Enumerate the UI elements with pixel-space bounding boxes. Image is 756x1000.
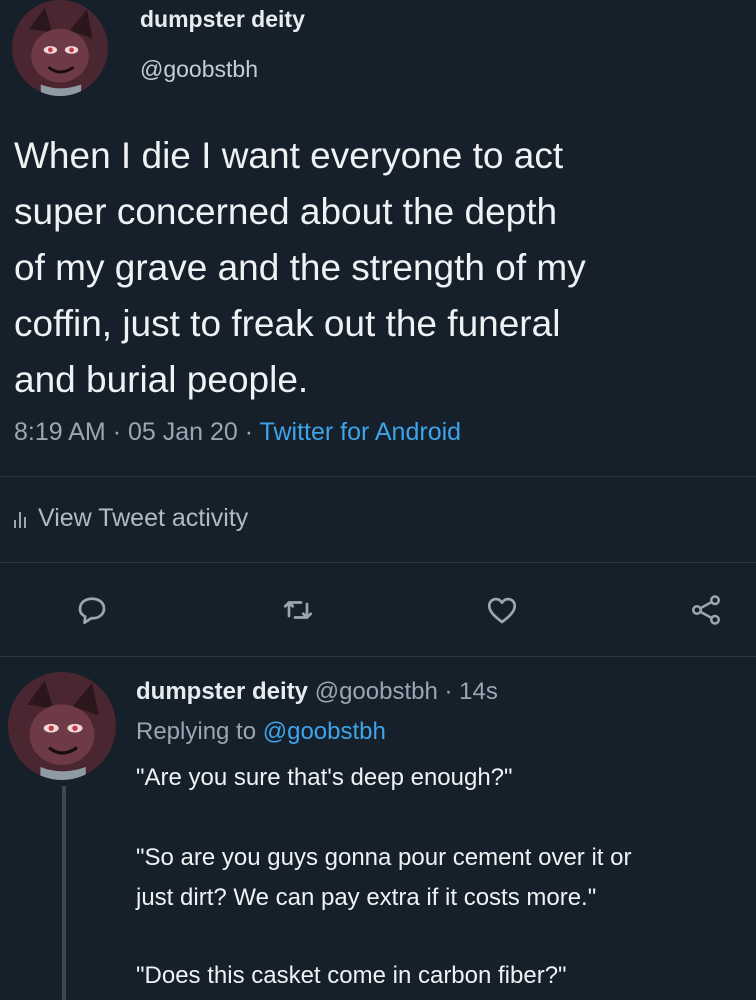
reply-age[interactable]: 14s <box>459 678 498 705</box>
reply-author-handle[interactable]: @goobstbh <box>315 678 438 705</box>
tweet-source-link[interactable]: Twitter for Android <box>260 418 461 446</box>
author-avatar[interactable] <box>12 0 108 96</box>
replying-to: Replying to @goobstbh <box>136 718 386 746</box>
reply-text-line: "So are you guys gonna pour cement over … <box>136 844 632 871</box>
meta-separator: · <box>112 418 122 446</box>
replying-prefix: Replying to <box>136 718 257 745</box>
author-name[interactable]: dumpster deity <box>140 6 305 33</box>
reply-text-line: "Does this casket come in carbon fiber?" <box>136 962 567 989</box>
tweet-time[interactable]: 8:19 AM <box>14 418 106 446</box>
activity-bars-icon <box>14 510 26 528</box>
tweet-text-line: of my grave and the strength of my <box>14 247 586 288</box>
avatar-image <box>12 0 108 96</box>
meta-separator: · <box>444 678 453 705</box>
reply-icon <box>78 597 106 625</box>
reply-author-name[interactable]: dumpster deity <box>136 678 308 705</box>
reply-text-line: just dirt? We can pay extra if it costs … <box>136 884 597 911</box>
tweet-meta: 8:19 AM · 05 Jan 20 · Twitter for Androi… <box>14 418 461 447</box>
divider <box>0 656 756 657</box>
tweet-date[interactable]: 05 Jan 20 <box>128 418 238 446</box>
view-tweet-activity-link[interactable]: View Tweet activity <box>14 504 248 533</box>
retweet-icon <box>283 601 313 619</box>
reply-button[interactable] <box>70 588 114 632</box>
tweet-text-line: coffin, just to freak out the funeral <box>14 303 561 344</box>
avatar-image <box>8 672 116 780</box>
reply-header: dumpster deity @goobstbh · 14s <box>136 678 498 706</box>
replying-to-mention[interactable]: @goobstbh <box>263 718 386 745</box>
reply-text-line: "Are you sure that's deep enough?" <box>136 764 513 791</box>
meta-separator: · <box>244 418 254 446</box>
divider <box>0 476 756 477</box>
activity-label: View Tweet activity <box>38 504 249 532</box>
thread-line <box>62 786 66 1000</box>
divider <box>0 562 756 563</box>
author-handle[interactable]: @goobstbh <box>140 56 258 83</box>
reply-author-avatar[interactable] <box>8 672 116 780</box>
tweet-text-line: and burial people. <box>14 359 309 400</box>
share-button[interactable] <box>684 588 728 632</box>
tweet-text-line: super concerned about the depth <box>14 191 558 232</box>
heart-icon <box>487 597 517 624</box>
retweet-button[interactable] <box>276 588 320 632</box>
share-icon <box>691 595 721 625</box>
tweet-text-line: When I die I want everyone to act <box>14 135 564 176</box>
tweet-text: When I die I want everyone to act super … <box>14 128 744 408</box>
like-button[interactable] <box>480 588 524 632</box>
